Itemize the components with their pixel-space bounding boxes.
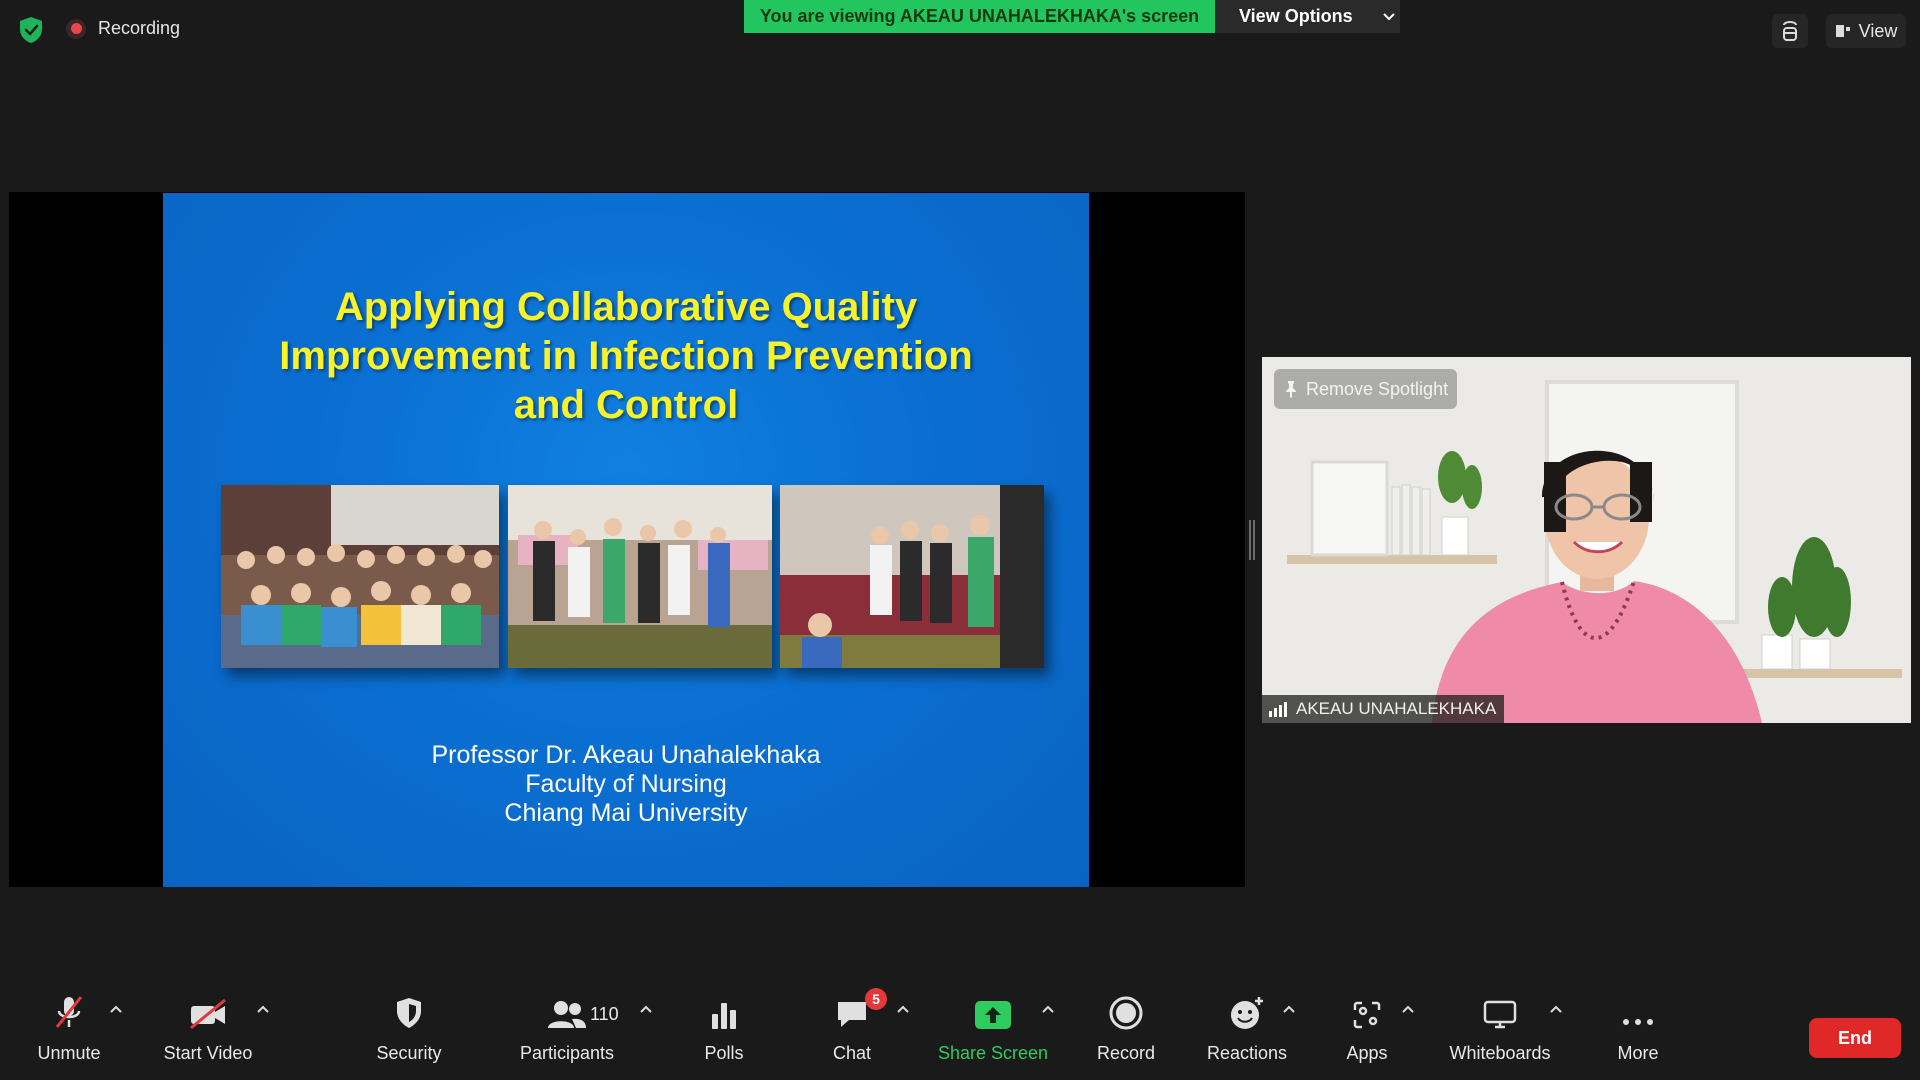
- chevron-down-icon: [1382, 12, 1395, 20]
- more-button[interactable]: More: [1578, 992, 1698, 1064]
- whiteboard-icon: [1483, 992, 1517, 1030]
- whiteboards-options-caret-icon[interactable]: [1549, 1004, 1563, 1014]
- unmute-button[interactable]: Unmute: [9, 992, 129, 1064]
- muted-microphone-icon: [52, 992, 86, 1030]
- reactions-button[interactable]: Reactions: [1187, 992, 1307, 1064]
- video-options-caret-icon[interactable]: [256, 1004, 270, 1014]
- recording-indicator[interactable]: Recording: [66, 18, 180, 39]
- presentation-slide: Applying Collaborative Quality Improveme…: [163, 193, 1089, 887]
- participants-icon: [547, 992, 587, 1030]
- whiteboards-label: Whiteboards: [1449, 1043, 1551, 1063]
- chat-bubble-icon: 5: [835, 988, 887, 1030]
- remove-spotlight-label: Remove Spotlight: [1306, 378, 1449, 399]
- recording-label: Recording: [98, 18, 181, 38]
- view-layout-icon: [1835, 25, 1850, 37]
- participant-video-feed: [1262, 357, 1911, 723]
- meeting-toolbar: Unmute Start Video Security Participants…: [0, 988, 1920, 1080]
- end-label: End: [1838, 1027, 1872, 1048]
- slide-title-line: Improvement in Infection Prevention: [279, 334, 973, 378]
- reactions-smiley-icon: [1229, 992, 1265, 1030]
- pin-icon: [1286, 381, 1296, 398]
- record-button[interactable]: Record: [1066, 992, 1186, 1064]
- chat-unread-badge: 5: [865, 988, 887, 1010]
- share-screen-label: Share Screen: [937, 1043, 1049, 1063]
- share-screen-button[interactable]: Share Screen: [933, 992, 1053, 1064]
- slide-author-university: Chiang Mai University: [504, 799, 748, 827]
- more-dots-icon: [1621, 992, 1655, 1030]
- video-off-icon: [188, 992, 228, 1030]
- participants-button[interactable]: Participants: [507, 992, 627, 1064]
- record-label: Record: [1096, 1043, 1156, 1063]
- record-dot-icon: [66, 18, 86, 39]
- slide-title-line: Applying Collaborative Quality: [334, 285, 918, 329]
- participant-name: AKEAU UNAHALEKHAKA: [1296, 699, 1497, 718]
- record-icon: [1109, 992, 1143, 1030]
- slide-photo-standing-group: [508, 485, 772, 668]
- participants-label: Participants: [519, 1043, 615, 1063]
- security-shield-icon[interactable]: [18, 16, 44, 44]
- unmute-label: Unmute: [37, 1043, 101, 1063]
- participants-options-caret-icon[interactable]: [639, 1004, 653, 1014]
- participants-count: 110: [590, 1004, 619, 1024]
- apps-options-caret-icon[interactable]: [1401, 1004, 1415, 1014]
- slide-author-block: Professor Dr. Akeau Unahalekhaka Faculty…: [163, 741, 1089, 828]
- view-options-button[interactable]: View Options: [1215, 0, 1400, 33]
- viewing-screen-banner: You are viewing AKEAU UNAHALEKHAKA's scr…: [744, 0, 1215, 33]
- chat-options-caret-icon[interactable]: [896, 1004, 910, 1014]
- view-label: View: [1858, 20, 1898, 41]
- more-label: More: [1617, 1043, 1659, 1063]
- signal-bars-icon: [1269, 702, 1287, 717]
- security-label: Security: [376, 1043, 442, 1063]
- share-options-caret-icon[interactable]: [1041, 1004, 1055, 1014]
- view-options-label: View Options: [1239, 6, 1353, 26]
- chat-label: Chat: [832, 1043, 872, 1063]
- apps-icon: [1352, 992, 1382, 1030]
- slide-title: Applying Collaborative Quality Improveme…: [163, 283, 1089, 430]
- share-screen-icon: [974, 992, 1012, 1030]
- slide-author-faculty: Faculty of Nursing: [525, 770, 727, 798]
- slide-title-line: and Control: [513, 383, 739, 427]
- start-video-label: Start Video: [163, 1043, 253, 1063]
- participant-video-tile[interactable]: Remove Spotlight AKEAU UNAHALEKHAKA: [1262, 357, 1911, 723]
- polls-bar-chart-icon: [709, 992, 739, 1030]
- chat-button[interactable]: 5 Chat: [792, 988, 912, 1064]
- apps-label: Apps: [1346, 1043, 1388, 1063]
- reactions-options-caret-icon[interactable]: [1282, 1004, 1296, 1014]
- panel-resize-handle[interactable]: [1249, 520, 1255, 560]
- start-video-button[interactable]: Start Video: [148, 992, 268, 1064]
- viewing-banner-text: You are viewing AKEAU UNAHALEKHAKA's scr…: [759, 6, 1200, 26]
- polls-label: Polls: [704, 1043, 744, 1063]
- security-button[interactable]: Security: [349, 992, 469, 1064]
- participant-name-tag: AKEAU UNAHALEKHAKA: [1262, 695, 1505, 723]
- audio-options-caret-icon[interactable]: [109, 1004, 123, 1014]
- end-meeting-button[interactable]: End: [1809, 1018, 1901, 1058]
- security-shield-icon: [394, 992, 424, 1030]
- immersive-icon[interactable]: [1772, 14, 1808, 48]
- view-button[interactable]: View: [1826, 14, 1906, 48]
- slide-photo-workshop: [780, 485, 1044, 668]
- whiteboards-button[interactable]: Whiteboards: [1440, 992, 1560, 1064]
- remove-spotlight-button[interactable]: Remove Spotlight: [1274, 369, 1458, 409]
- apps-button[interactable]: Apps: [1307, 992, 1427, 1064]
- slide-author-name: Professor Dr. Akeau Unahalekhaka: [431, 741, 821, 769]
- polls-button[interactable]: Polls: [664, 992, 784, 1064]
- slide-photo-group-seated: [221, 485, 499, 668]
- reactions-label: Reactions: [1206, 1043, 1288, 1063]
